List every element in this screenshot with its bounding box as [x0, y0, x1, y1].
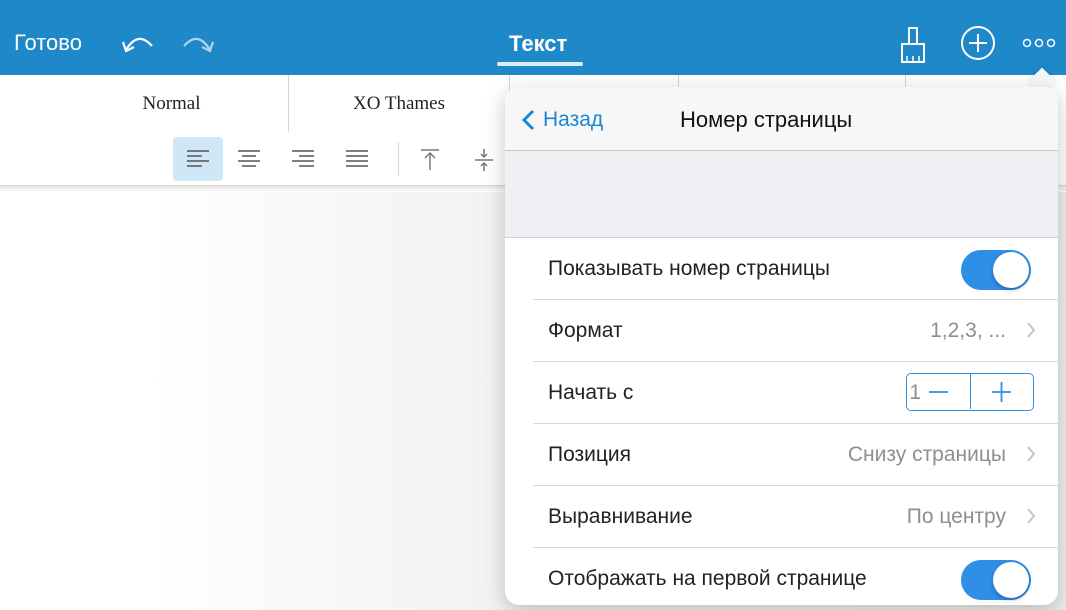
chevron-left-icon — [521, 109, 535, 131]
show-page-number-toggle[interactable] — [961, 250, 1031, 290]
plus-icon — [992, 382, 1011, 402]
minus-icon — [929, 391, 948, 393]
align-center-button[interactable] — [224, 137, 274, 181]
show-on-first-page-label: Отображать на первой странице — [548, 567, 867, 590]
chevron-right-icon — [1027, 322, 1036, 338]
align-right-icon — [292, 150, 314, 167]
popover-section-gap — [505, 151, 1058, 238]
popover-title: Номер страницы — [680, 107, 853, 132]
decrement-button[interactable] — [907, 374, 971, 409]
paint-brush-icon[interactable] — [897, 26, 929, 66]
done-button[interactable]: Готово — [14, 30, 82, 56]
align-justify-icon — [346, 150, 368, 167]
page-number-popover: Назад Номер страницы Показывать номер ст… — [505, 87, 1058, 605]
align-left-button[interactable] — [173, 137, 223, 181]
start-at-stepper[interactable] — [906, 373, 1034, 411]
style-xo-thames[interactable]: XO Thames — [289, 75, 510, 132]
format-row[interactable]: Формат 1,2,3, ... — [533, 300, 1058, 362]
valign-middle-icon — [475, 149, 493, 171]
increment-button[interactable] — [970, 374, 1033, 409]
back-label: Назад — [543, 108, 604, 131]
format-divider — [398, 142, 399, 176]
start-at-label: Начать с — [548, 381, 634, 404]
toggle-knob — [993, 562, 1029, 598]
more-icon[interactable] — [1022, 36, 1056, 50]
top-toolbar: Готово Текст — [0, 0, 1066, 75]
valign-top-icon — [421, 149, 439, 170]
position-label: Позиция — [548, 443, 632, 466]
position-row[interactable]: Позиция Снизу страницы — [533, 424, 1058, 486]
show-on-first-page-toggle[interactable] — [961, 560, 1031, 600]
align-right-button[interactable] — [278, 137, 328, 181]
undo-icon[interactable] — [118, 28, 158, 58]
chevron-right-icon — [1027, 508, 1036, 524]
tab-indicator — [497, 62, 583, 66]
align-center-icon — [238, 150, 260, 167]
popover-header: Назад Номер страницы — [505, 87, 1058, 151]
valign-middle-button[interactable] — [459, 137, 509, 181]
style-normal[interactable]: Normal — [55, 75, 289, 132]
format-label: Формат — [548, 319, 623, 342]
alignment-label: Выравнивание — [548, 505, 693, 528]
alignment-value: По центру — [906, 505, 1006, 528]
position-value: Снизу страницы — [847, 443, 1006, 466]
show-page-number-row: Показывать номер страницы — [533, 238, 1058, 300]
start-at-row: Начать с 1 — [533, 362, 1058, 424]
toggle-knob — [993, 252, 1029, 288]
tab-text[interactable]: Текст — [509, 31, 567, 57]
show-on-first-page-row: Отображать на первой странице — [533, 548, 1058, 605]
chevron-right-icon — [1027, 446, 1036, 462]
alignment-row[interactable]: Выравнивание По центру — [533, 486, 1058, 548]
settings-list: Показывать номер страницы Формат 1,2,3, … — [505, 238, 1058, 605]
redo-icon[interactable] — [178, 28, 218, 58]
add-icon[interactable] — [960, 25, 996, 61]
format-value: 1,2,3, ... — [930, 319, 1006, 342]
align-left-icon — [187, 150, 209, 167]
align-justify-button[interactable] — [332, 137, 382, 181]
show-page-number-label: Показывать номер страницы — [548, 257, 830, 280]
valign-top-button[interactable] — [405, 137, 455, 181]
